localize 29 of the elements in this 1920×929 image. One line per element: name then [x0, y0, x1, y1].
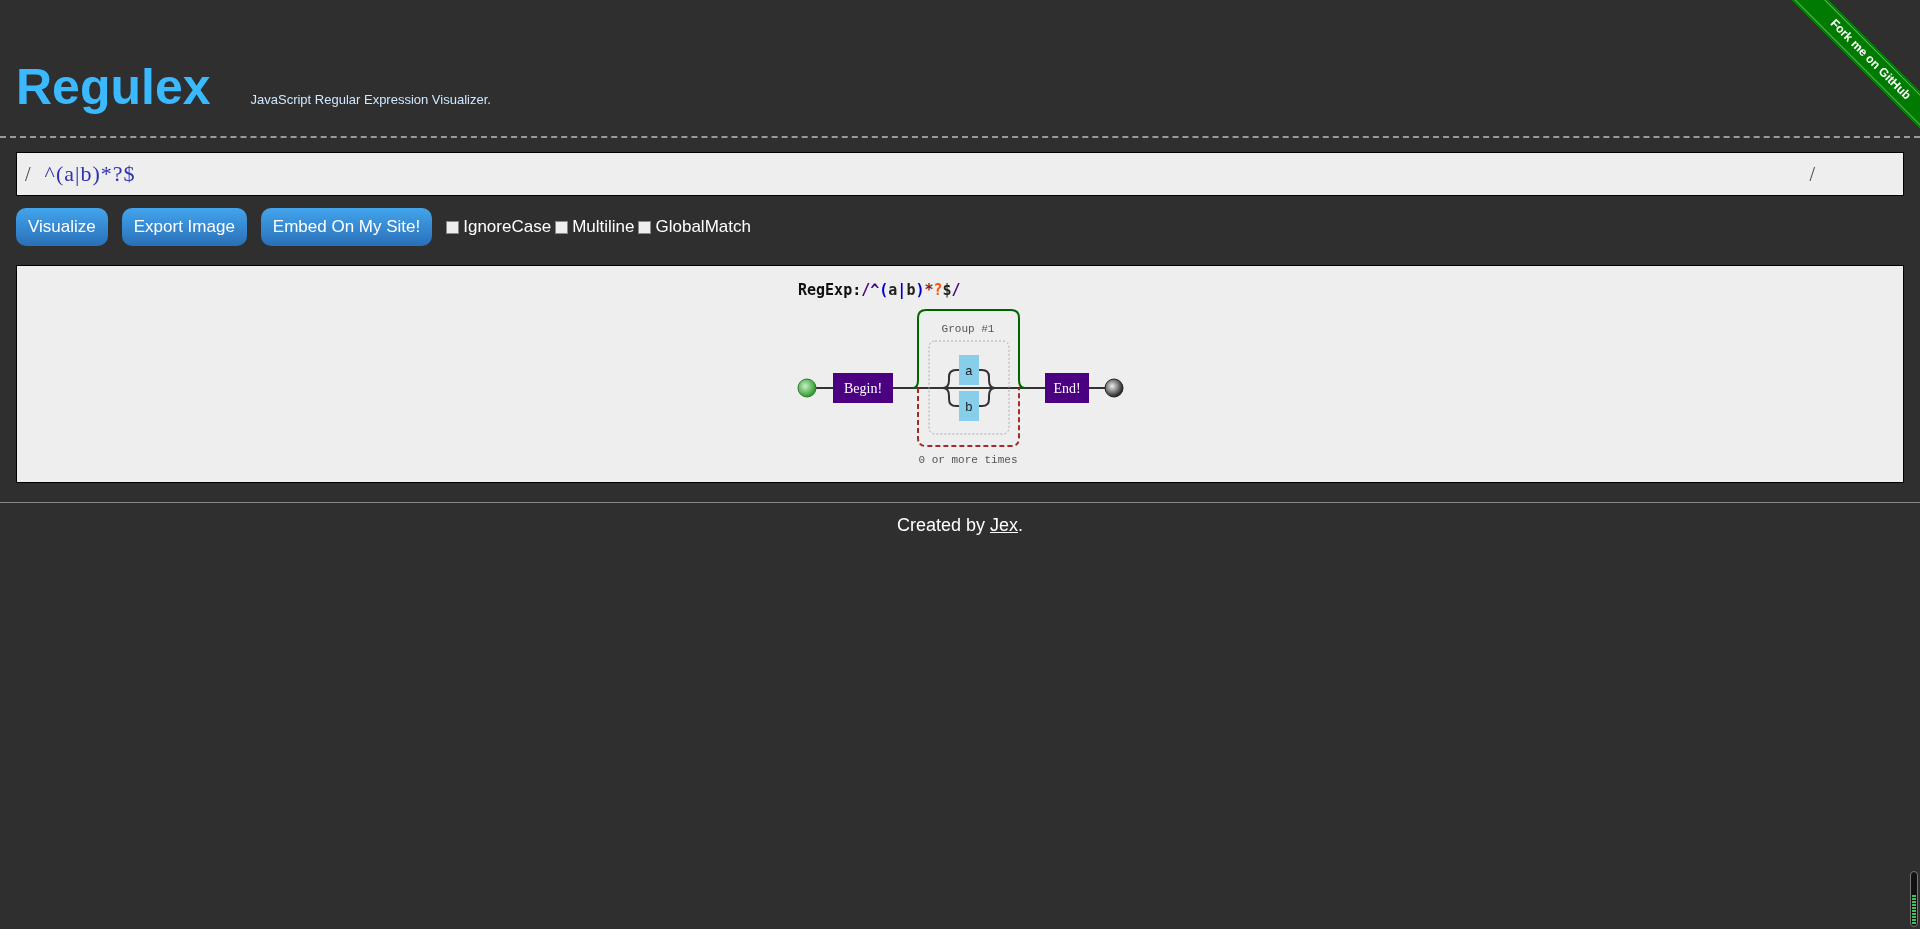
connector-line	[1088, 387, 1106, 389]
regex-input-field[interactable]: ^(a|b)*?$	[30, 159, 1810, 189]
flag-checkbox[interactable]	[555, 220, 569, 234]
flag-label: Multiline	[572, 217, 635, 237]
flag-checkbox[interactable]	[446, 220, 460, 234]
author-link[interactable]: Jex	[990, 515, 1019, 535]
action-button[interactable]: Embed On My Site!	[260, 208, 433, 246]
credit-text: Created by Jex.	[895, 515, 1025, 536]
branch-node: b	[959, 391, 979, 421]
start-node-icon	[797, 378, 817, 398]
begin-node: Begin!	[833, 373, 893, 403]
flag-label: IgnoreCase	[463, 217, 552, 237]
site-title: Regulex	[16, 58, 211, 117]
branch-node: a	[959, 355, 979, 385]
slash-delimiter: /	[1809, 162, 1815, 186]
repeat-label: 0 or more times	[918, 454, 1018, 466]
action-button[interactable]: Export Image	[121, 208, 247, 246]
end-node-icon	[1104, 378, 1124, 398]
connector-line	[815, 387, 834, 389]
flag-checkbox[interactable]	[638, 220, 652, 234]
site-subtitle: JavaScript Regular Expression Visualizer.	[250, 92, 491, 107]
end-node: End!	[1045, 373, 1089, 403]
flag-label: GlobalMatch	[655, 217, 751, 237]
meter-drawing	[1910, 871, 1918, 927]
regex-input-box[interactable]: / ^(a|b)*?$ /	[16, 152, 1904, 196]
action-button[interactable]: Visualize	[16, 208, 108, 246]
regexp-text: RegExp:/^(a|b)*?$/	[798, 281, 961, 299]
group-label: Group #1	[941, 323, 995, 335]
slash-delimiter: /	[25, 162, 31, 186]
